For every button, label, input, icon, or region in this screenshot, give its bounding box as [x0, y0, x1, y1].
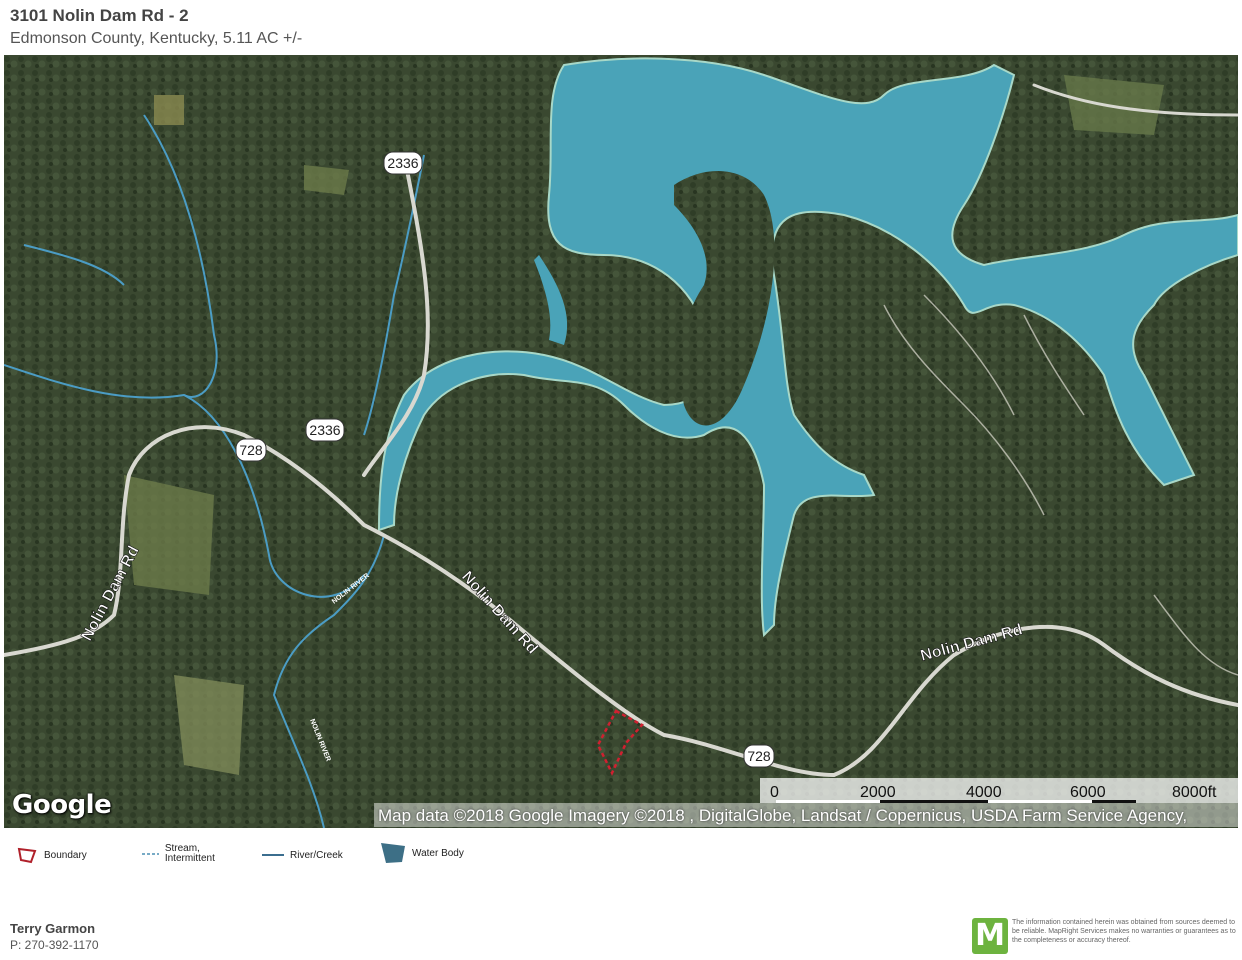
legend-river: River/Creek	[262, 846, 343, 864]
page-subtitle: Edmonson County, Kentucky, 5.11 AC +/-	[10, 30, 303, 47]
google-logo: Google	[12, 790, 112, 820]
route-shield-728-east: 728	[743, 744, 775, 768]
boundary-icon	[17, 847, 37, 864]
svg-text:2336: 2336	[387, 155, 418, 171]
map-attribution: Map data ©2018 Google Imagery ©2018 , Di…	[374, 803, 1242, 827]
scale-bar: 0 2000 4000 6000 8000ft	[760, 778, 1238, 803]
water-body-icon	[381, 843, 405, 863]
mapright-logo-icon: M	[972, 918, 1008, 954]
satellite-map[interactable]: 2336 2336 728 728 Nolin Dam Rd Nolin Dam…	[4, 55, 1238, 828]
agent-phone: P: 270-392-1170	[10, 938, 99, 952]
legend-label: River/Creek	[290, 849, 343, 861]
legend-label: Stream, Intermittent	[164, 843, 215, 864]
svg-text:728: 728	[239, 442, 263, 458]
route-shield-2336-south: 2336	[305, 418, 345, 442]
legend-label: Water Body	[412, 847, 464, 859]
legend-boundary: Boundary	[16, 846, 87, 864]
svg-text:728: 728	[747, 748, 771, 764]
agent-name: Terry Garmon	[10, 921, 96, 936]
scale-bar-graphic	[776, 800, 1136, 803]
route-shield-728-west: 728	[235, 438, 267, 462]
stream-icon	[142, 853, 159, 855]
page-title: 3101 Nolin Dam Rd - 2	[10, 6, 189, 25]
route-shield-2336-north: 2336	[383, 151, 423, 175]
disclaimer-text: The information contained herein was obt…	[1012, 919, 1236, 944]
legend-label: Boundary	[44, 849, 87, 861]
river-icon	[262, 854, 284, 856]
svg-text:2336: 2336	[309, 422, 340, 438]
legend-water-body: Water Body	[380, 842, 464, 864]
map-legend: Boundary Stream, Intermittent River/Cree…	[0, 842, 600, 874]
legend-stream: Stream, Intermittent	[142, 844, 232, 864]
